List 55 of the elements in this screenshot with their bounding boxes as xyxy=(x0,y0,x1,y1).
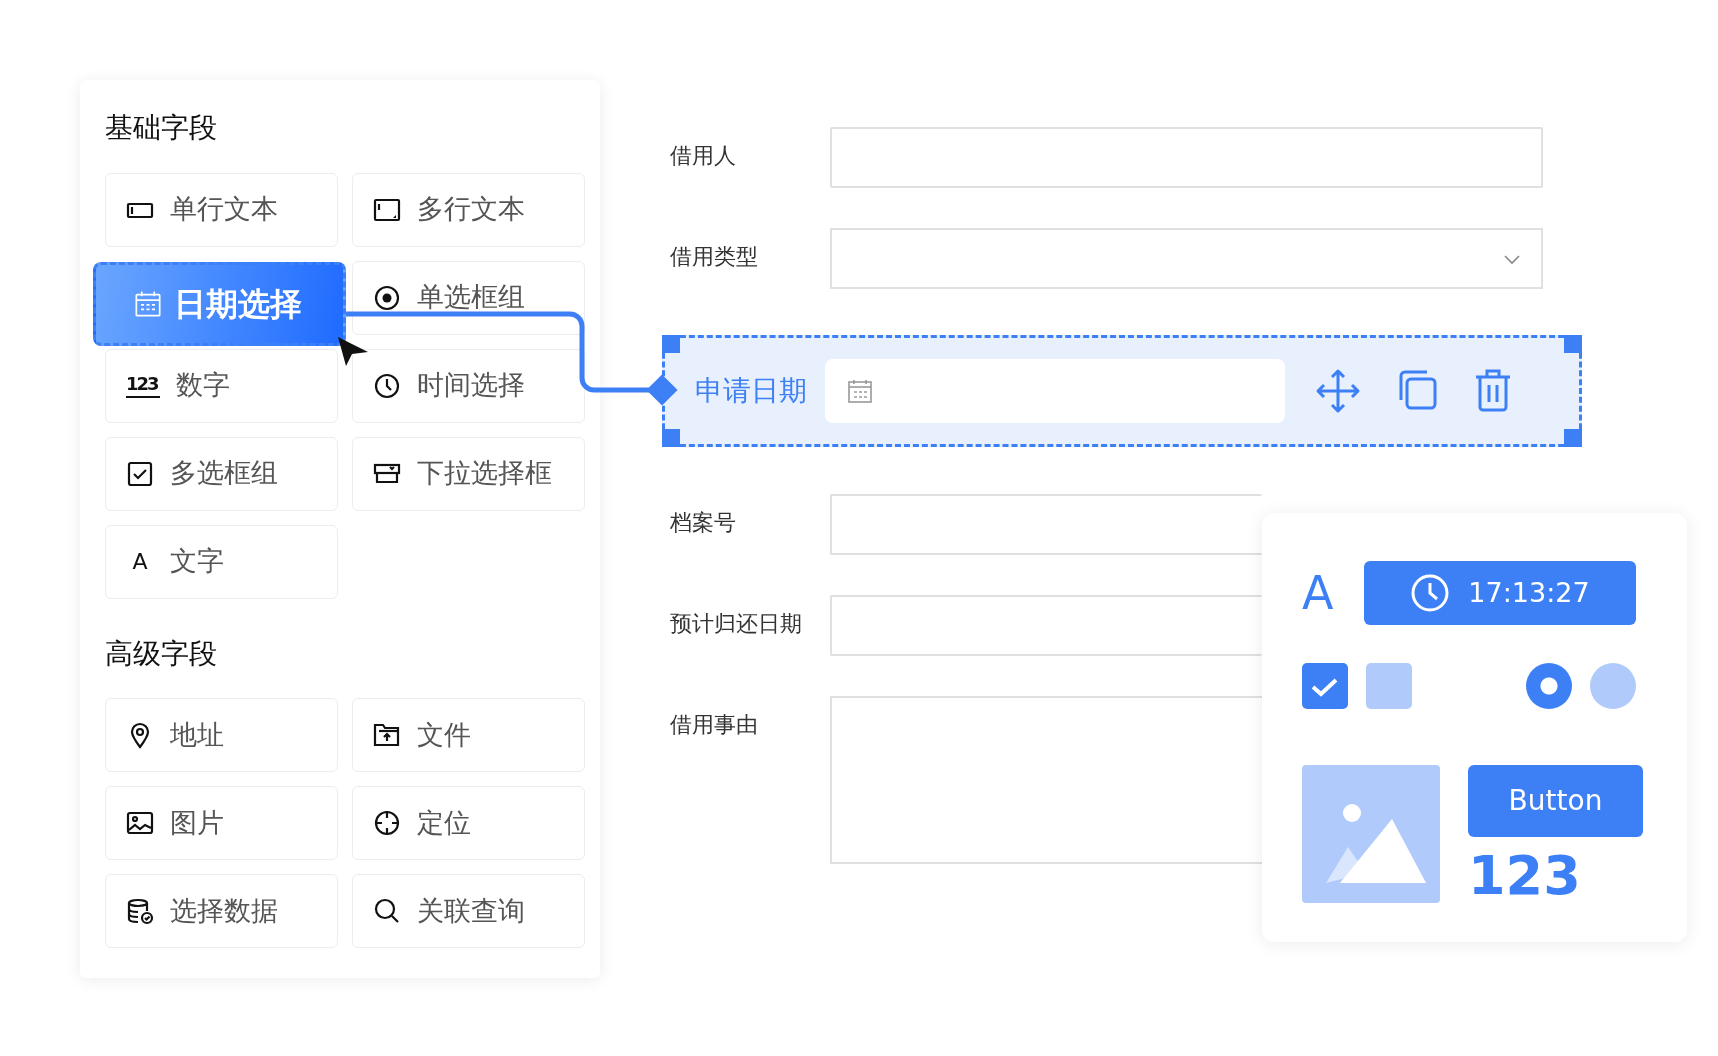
checkbox[interactable] xyxy=(1366,663,1412,709)
resize-handle[interactable] xyxy=(1564,429,1582,447)
sample-button[interactable]: Button xyxy=(1468,765,1643,837)
database-icon xyxy=(126,897,154,926)
radio-button[interactable] xyxy=(1526,663,1572,709)
field-type-button[interactable]: 地址 xyxy=(105,698,338,773)
field-type-button[interactable]: A 文字 xyxy=(105,524,338,599)
image-placeholder-icon xyxy=(1302,765,1440,903)
field-type-button[interactable]: 文件 xyxy=(352,698,585,773)
field-type-button[interactable]: 图片 xyxy=(105,786,338,861)
trash-icon xyxy=(1473,368,1513,412)
letter-sample: A xyxy=(1302,570,1335,616)
field-type-button[interactable]: 多选框组 xyxy=(105,436,338,511)
section-title: 基础字段 xyxy=(105,111,217,145)
resize-handle[interactable] xyxy=(662,429,680,447)
field-type-button[interactable]: 单行文本 xyxy=(105,172,338,247)
field-type-button[interactable]: 123 数字 xyxy=(105,348,338,423)
tile-label: 日期选择 xyxy=(174,284,302,325)
select-field[interactable] xyxy=(830,228,1543,289)
resize-handle[interactable] xyxy=(662,335,680,353)
calendar-icon xyxy=(134,290,162,318)
dragged-field-tile[interactable]: 日期选择 xyxy=(93,262,346,346)
field-label: 借用人 xyxy=(669,142,737,170)
letter-icon: A xyxy=(126,545,154,579)
mouse-pointer-icon xyxy=(338,337,368,366)
number-sample: 123 xyxy=(1468,849,1581,903)
checkbox-icon xyxy=(126,459,154,488)
text-input-field[interactable] xyxy=(830,494,1262,555)
field-type-button[interactable]: 多行文本 xyxy=(352,172,585,247)
clock-icon xyxy=(1410,573,1451,613)
crosshair-icon xyxy=(373,809,401,838)
field-label: 借用类型 xyxy=(669,243,759,271)
field-label: 申请日期 xyxy=(695,373,808,409)
section-title: 高级字段 xyxy=(105,636,217,671)
field-label: 预计归还日期 xyxy=(669,610,803,638)
field-type-button[interactable]: 时间选择 xyxy=(352,348,585,423)
radio-button[interactable] xyxy=(1590,663,1636,709)
resize-handle[interactable] xyxy=(1564,335,1582,353)
clock-icon xyxy=(373,371,401,400)
field-label: 档案号 xyxy=(669,509,737,537)
field-type-button[interactable]: 单选框组 xyxy=(352,260,585,335)
text-input-field[interactable] xyxy=(830,127,1543,188)
chevron-down-icon xyxy=(1503,252,1521,265)
date-input-field[interactable] xyxy=(825,359,1285,423)
field-type-button[interactable]: 下拉选择框 xyxy=(352,436,585,511)
calendar-icon xyxy=(847,378,873,404)
time-text: 17:13:27 xyxy=(1468,575,1590,610)
radio-icon xyxy=(373,283,401,312)
checkbox[interactable] xyxy=(1302,663,1348,709)
move-icon xyxy=(1315,368,1361,414)
field-type-button[interactable]: 关联查询 xyxy=(352,874,585,949)
field-type-button[interactable]: 定位 xyxy=(352,786,585,861)
field-type-button[interactable]: 选择数据 xyxy=(105,874,338,949)
field-label: 借用事由 xyxy=(669,711,759,739)
text-input-field[interactable] xyxy=(830,595,1262,656)
